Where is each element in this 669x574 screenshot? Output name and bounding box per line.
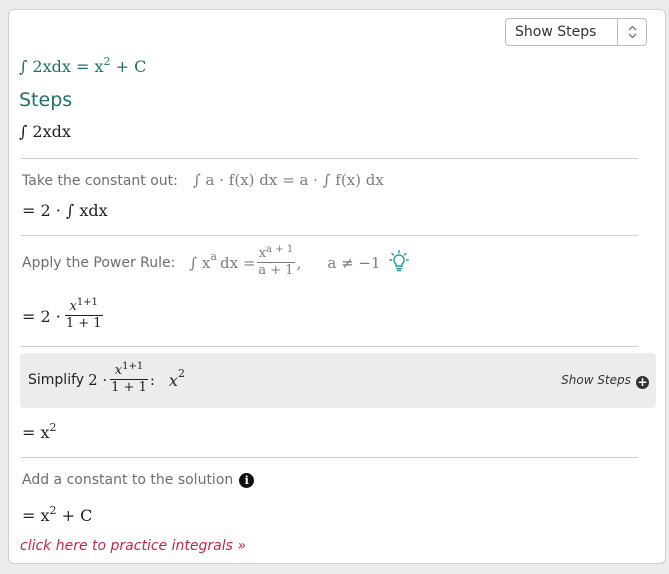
divider <box>21 235 638 236</box>
solution-card: Show Steps ∫ 2xdx = x2 + C Steps ∫ 2xdx … <box>8 9 666 564</box>
simplify-expression: Simplify 2 · x1+1 1 + 1 : x2 <box>28 361 185 395</box>
lightbulb-icon[interactable] <box>388 250 409 276</box>
show-steps-link[interactable]: Show Steps + <box>561 369 649 389</box>
step-result: = x2 <box>22 421 57 442</box>
divider <box>21 158 638 159</box>
practice-integrals-link[interactable]: click here to practice integrals » <box>20 538 246 554</box>
show-steps-select[interactable]: Show Steps <box>505 18 647 46</box>
divider <box>21 346 638 347</box>
rule-formula: ∫ xa dx = xa + 1 a + 1 , a ≠ −1 <box>189 244 381 278</box>
step-result: = 2 · ∫ xdx <box>22 201 108 220</box>
chevron-updown-icon <box>618 25 646 39</box>
rule-formula: ∫ a · f(x) dx = a · ∫ f(x) dx <box>192 171 384 189</box>
problem-expression: ∫ 2xdx <box>19 122 71 141</box>
step-label: Take the constant out: <box>22 173 178 189</box>
result-header: ∫ 2xdx = x2 + C <box>19 55 147 76</box>
step-label: Apply the Power Rule: <box>22 255 176 271</box>
final-result: = x2 + C <box>22 504 93 525</box>
select-label: Show Steps <box>515 24 597 40</box>
step-power-rule: Apply the Power Rule: ∫ xa dx = xa + 1 a… <box>22 244 409 279</box>
simplify-substep[interactable]: Simplify 2 · x1+1 1 + 1 : x2 Show Steps … <box>20 353 656 408</box>
step-constant-out: Take the constant out: ∫ a · f(x) dx = a… <box>22 170 384 189</box>
info-icon[interactable]: i <box>239 472 255 488</box>
step-result: = 2 · x1+1 1 + 1 <box>22 297 103 331</box>
divider <box>21 457 638 458</box>
step-add-constant: Add a constant to the solution i <box>22 472 255 488</box>
plus-circle-icon: + <box>636 375 649 389</box>
step-label: Add a constant to the solution <box>22 472 234 488</box>
steps-title: Steps <box>19 89 73 111</box>
